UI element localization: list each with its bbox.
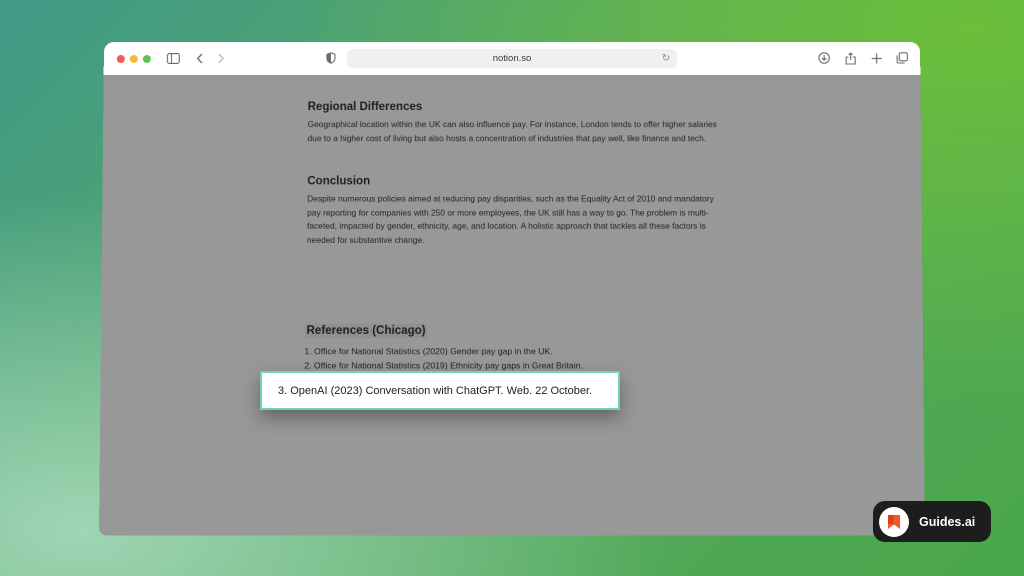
callout-text: 3. OpenAI (2023) Conversation with ChatG…	[278, 384, 593, 397]
download-icon[interactable]	[815, 49, 833, 67]
brand-badge: Guides.ai	[873, 501, 991, 542]
section-heading: Conclusion	[307, 175, 371, 188]
page-content: Regional Differences Geographical locati…	[98, 75, 926, 536]
section-heading: Regional Differences	[307, 101, 423, 114]
references-section: References (Chicago) 1. Office for Natio…	[304, 321, 719, 373]
section-body: Geographical location within the UK can …	[307, 119, 717, 143]
close-window-button[interactable]	[116, 54, 125, 63]
reference-item: 1. Office for National Statistics (2020)…	[304, 346, 553, 357]
address-bar[interactable]: notion.so ↻	[346, 48, 678, 69]
sidebar-icon[interactable]	[164, 49, 182, 67]
address-text: notion.so	[492, 52, 532, 64]
reload-icon[interactable]: ↻	[659, 51, 673, 65]
minimize-window-button[interactable]	[129, 54, 138, 63]
highlighted-reference-callout: 3. OpenAI (2023) Conversation with ChatG…	[260, 371, 620, 410]
back-icon[interactable]	[191, 49, 209, 67]
browser-window: notion.so ↻ Regional Differences Geograp…	[98, 42, 926, 536]
browser-toolbar: notion.so ↻	[103, 42, 921, 76]
tabs-overview-icon[interactable]	[893, 49, 911, 67]
brand-label: Guides.ai	[919, 514, 976, 529]
references-heading: References (Chicago)	[304, 323, 428, 338]
shield-icon[interactable]	[322, 49, 340, 67]
forward-icon[interactable]	[212, 49, 230, 67]
new-tab-icon[interactable]	[867, 49, 885, 67]
zoom-window-button[interactable]	[142, 54, 151, 63]
share-icon[interactable]	[841, 49, 859, 67]
section-conclusion: Conclusion Despite numerous policies aim…	[307, 175, 721, 247]
section-regional-differences: Regional Differences Geographical locati…	[307, 101, 720, 145]
bookmark-icon	[879, 506, 909, 537]
section-body: Despite numerous policies aimed at reduc…	[306, 193, 714, 245]
